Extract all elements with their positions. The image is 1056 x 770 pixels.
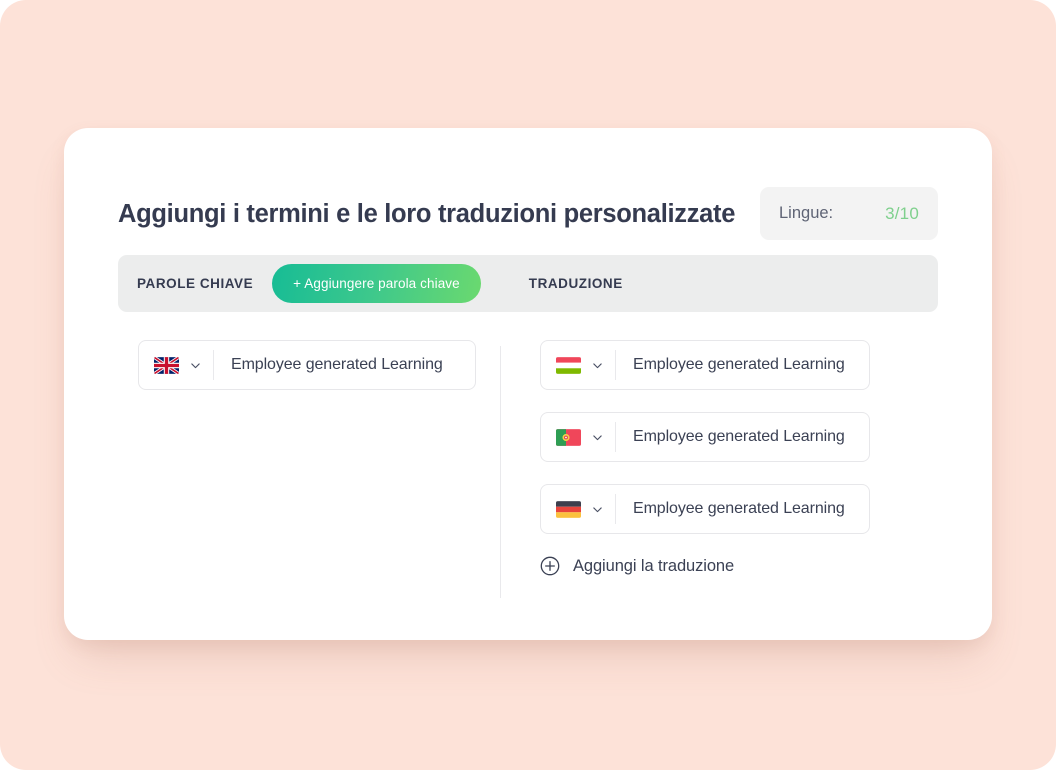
translation-language-select[interactable]: [541, 413, 615, 461]
add-translation-button[interactable]: Aggiungi la traduzione: [540, 556, 734, 576]
main-card: Aggiungi i termini e le loro traduzioni …: [64, 128, 992, 640]
translation-language-select[interactable]: [541, 341, 615, 389]
hungary-flag-icon: [556, 356, 581, 374]
keyword-language-select[interactable]: [139, 341, 213, 389]
page-background: Aggiungi i termini e le loro traduzioni …: [0, 0, 1056, 770]
translation-input[interactable]: Employee generated Learning: [616, 500, 845, 518]
translation-language-select[interactable]: [541, 485, 615, 533]
translation-row: Employee generated Learning: [540, 340, 870, 390]
tab-bar: PAROLE CHIAVE + Aggiungere parola chiave…: [118, 255, 938, 312]
portugal-flag-icon: [556, 428, 581, 446]
translation-input[interactable]: Employee generated Learning: [616, 428, 845, 446]
terms-area: Employee generated Learning Employee gen…: [64, 340, 992, 630]
chevron-down-icon: [593, 434, 602, 440]
tab-translation[interactable]: TRADUZIONE: [529, 276, 623, 291]
chevron-down-icon: [593, 506, 602, 512]
keyword-row: Employee generated Learning: [138, 340, 476, 390]
column-divider: [500, 346, 501, 598]
page-title: Aggiungi i termini e le loro traduzioni …: [118, 200, 736, 228]
languages-label: Lingue:: [779, 204, 834, 222]
germany-flag-icon: [556, 500, 581, 518]
translations-column: Employee generated Learning Employee gen…: [540, 340, 870, 576]
card-header: Aggiungi i termini e le loro traduzioni …: [118, 187, 938, 240]
translation-input[interactable]: Employee generated Learning: [616, 356, 845, 374]
tab-keywords[interactable]: PAROLE CHIAVE: [137, 276, 253, 291]
uk-flag-icon: [154, 356, 179, 374]
translation-row: Employee generated Learning: [540, 412, 870, 462]
languages-count: 3/10: [885, 203, 919, 223]
languages-counter: Lingue: 3/10: [760, 187, 938, 240]
chevron-down-icon: [593, 362, 602, 368]
chevron-down-icon: [191, 362, 200, 368]
add-keyword-button[interactable]: + Aggiungere parola chiave: [272, 264, 481, 303]
keywords-column: Employee generated Learning: [138, 340, 476, 412]
add-translation-label: Aggiungi la traduzione: [573, 556, 735, 575]
translation-row: Employee generated Learning: [540, 484, 870, 534]
plus-circle-icon: [540, 556, 560, 576]
keyword-input[interactable]: Employee generated Learning: [214, 356, 443, 374]
